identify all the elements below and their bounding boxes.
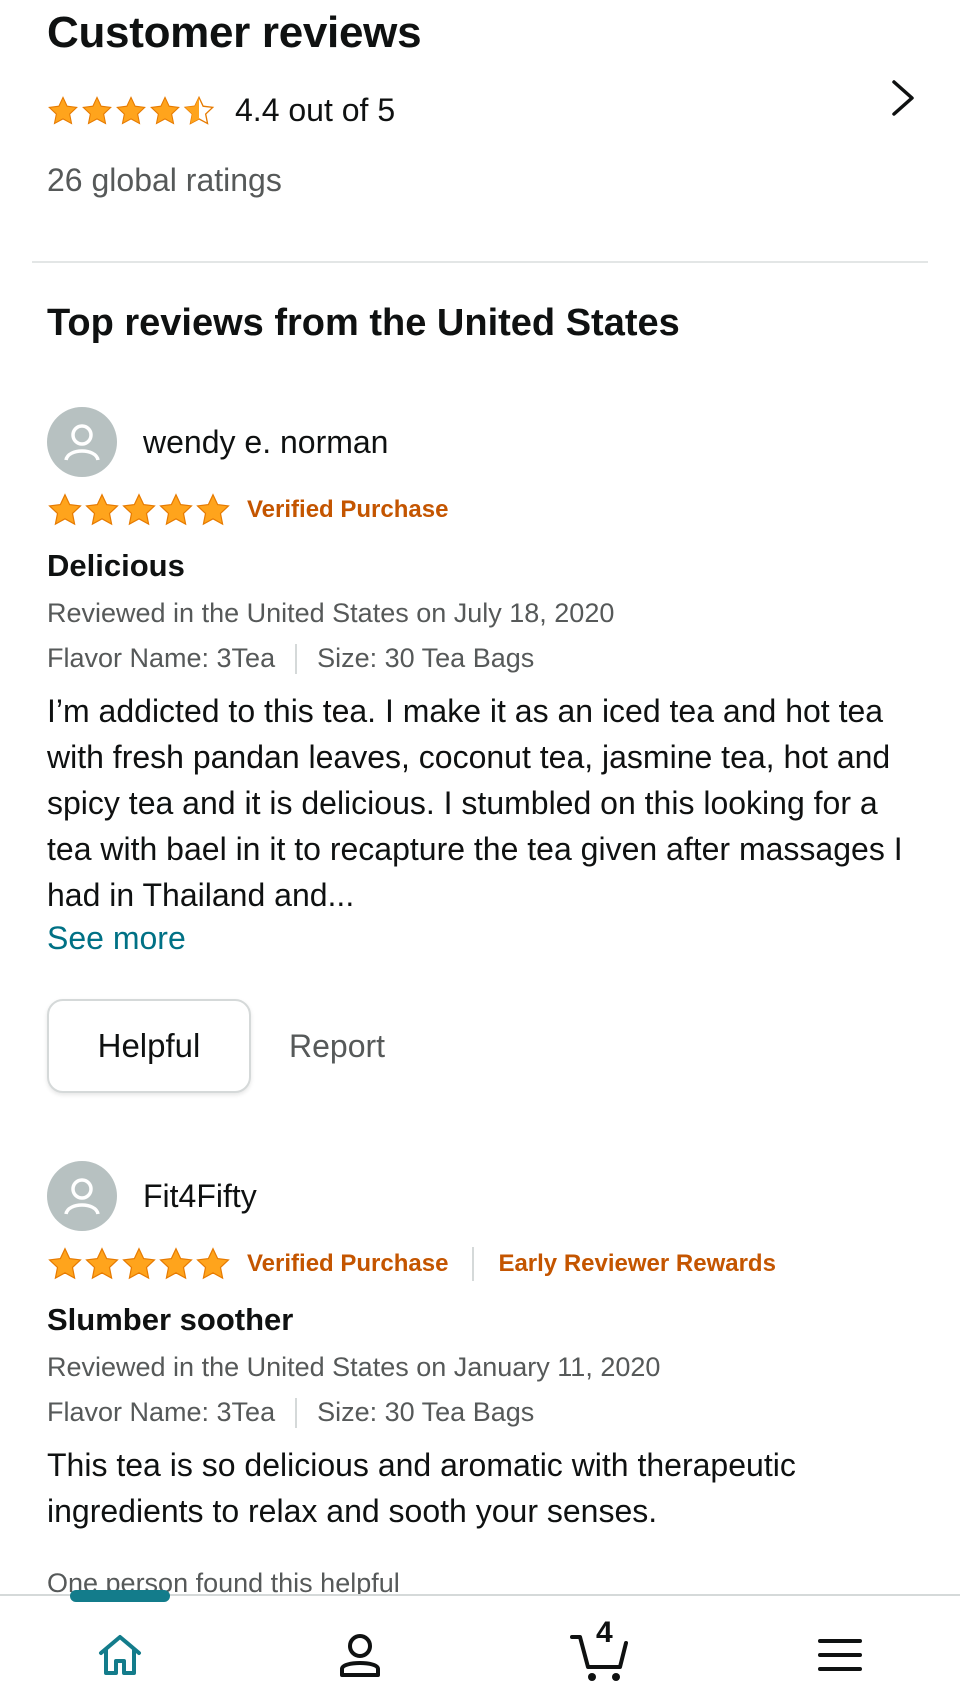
- nav-menu[interactable]: [800, 1620, 880, 1690]
- review-stars: [47, 1246, 231, 1282]
- reviewer: wendy e. norman: [47, 406, 930, 478]
- menu-icon: [818, 1639, 862, 1671]
- review-title: Slumber soother: [47, 1302, 294, 1337]
- review-variation: Flavor Name: 3Tea Size: 30 Tea Bags: [47, 643, 930, 674]
- ratings-summary: Customer reviews 4.4 out of 5 26 global …: [47, 0, 960, 262]
- star-icon: [84, 492, 120, 528]
- review-date: Reviewed in the United States on July 18…: [47, 598, 615, 628]
- review-card: Fit4Fifty Verified Purchase Early Review…: [47, 1160, 930, 1599]
- bottom-nav: 4: [0, 1590, 960, 1706]
- review-date: Reviewed in the United States on January…: [47, 1352, 661, 1382]
- chevron-right-icon[interactable]: [884, 78, 920, 118]
- review-badges: Verified Purchase Early Reviewer Rewards: [47, 1244, 930, 1284]
- star-icon: [81, 95, 113, 127]
- star-icon: [47, 492, 83, 528]
- star-icon: [115, 95, 147, 127]
- cart-count: 4: [596, 1616, 613, 1649]
- active-tab-indicator: [70, 1590, 170, 1602]
- rating-text: 4.4 out of 5: [235, 92, 396, 128]
- home-icon: [99, 1635, 141, 1675]
- verified-purchase-badge: Verified Purchase: [247, 496, 449, 523]
- avatar: [47, 407, 117, 477]
- user-icon: [64, 424, 100, 461]
- star-icon: [149, 95, 181, 127]
- flavor-name: Flavor Name: 3Tea: [47, 1397, 276, 1427]
- avatar: [47, 1161, 117, 1231]
- page-title: Customer reviews: [47, 8, 422, 57]
- size-name: Size: 30 Tea Bags: [317, 643, 535, 673]
- user-icon: [64, 1178, 100, 1215]
- star-icon: [195, 1246, 231, 1282]
- star-icon: [195, 492, 231, 528]
- section-title: Top reviews from the United States: [47, 302, 680, 344]
- star-icon: [84, 1246, 120, 1282]
- badge-divider: [472, 1247, 475, 1281]
- verified-purchase-badge: Verified Purchase: [247, 1250, 449, 1277]
- review-card: wendy e. norman Verified Purchase Delici…: [47, 406, 930, 1093]
- variation-divider: [295, 643, 298, 674]
- reviewer-name[interactable]: wendy e. norman: [143, 424, 388, 461]
- size-name: Size: 30 Tea Bags: [317, 1397, 535, 1427]
- star-icon: [47, 95, 79, 127]
- global-ratings-count: 26 global ratings: [47, 162, 282, 198]
- star-icon: [121, 1246, 157, 1282]
- review-body: I’m addicted to this tea. I make it as a…: [47, 693, 903, 913]
- account-icon: [340, 1634, 380, 1677]
- half-star-icon: [183, 95, 215, 127]
- early-reviewer-badge: Early Reviewer Rewards: [498, 1250, 776, 1277]
- review-stars: [47, 492, 231, 528]
- variation-divider: [295, 1397, 298, 1428]
- report-link[interactable]: Report: [289, 1028, 385, 1065]
- section-divider: [32, 261, 928, 263]
- star-icon: [47, 1246, 83, 1282]
- nav-cart[interactable]: 4: [560, 1616, 640, 1690]
- helpful-button[interactable]: Helpful: [47, 999, 251, 1093]
- flavor-name: Flavor Name: 3Tea: [47, 643, 276, 673]
- review-body: This tea is so delicious and aromatic wi…: [47, 1447, 796, 1529]
- review-actions: Helpful Report: [47, 999, 930, 1093]
- review-variation: Flavor Name: 3Tea Size: 30 Tea Bags: [47, 1397, 930, 1428]
- nav-account[interactable]: [320, 1620, 400, 1690]
- see-more-link[interactable]: See more: [47, 920, 186, 957]
- review-badges: Verified Purchase: [47, 490, 930, 530]
- star-icon: [121, 492, 157, 528]
- reviewer: Fit4Fifty: [47, 1160, 930, 1232]
- nav-home[interactable]: [80, 1620, 160, 1690]
- review-title: Delicious: [47, 548, 185, 583]
- average-rating: 4.4 out of 5: [47, 92, 395, 129]
- reviewer-name[interactable]: Fit4Fifty: [143, 1178, 257, 1215]
- rating-stars: [47, 95, 215, 127]
- star-icon: [158, 1246, 194, 1282]
- star-icon: [158, 492, 194, 528]
